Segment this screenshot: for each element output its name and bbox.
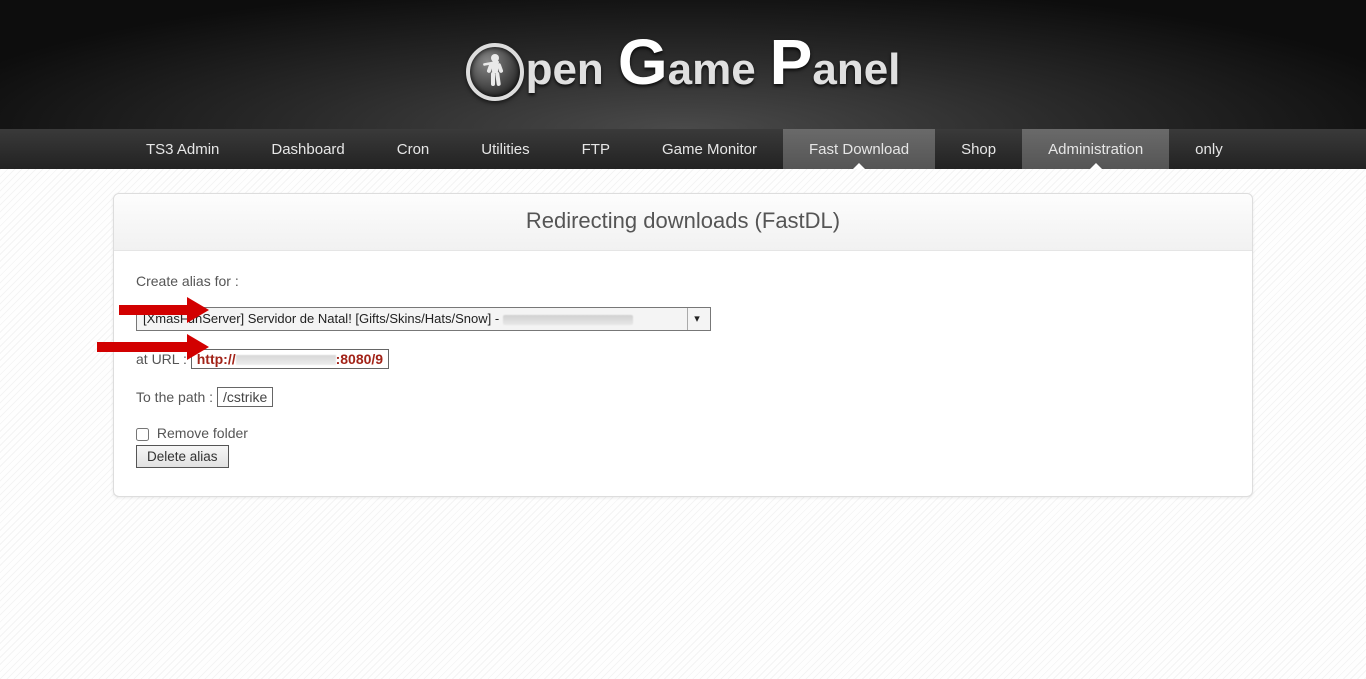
nav-cron[interactable]: Cron xyxy=(371,129,456,169)
redacted-text xyxy=(236,355,336,365)
logo-text-ame: ame xyxy=(668,45,756,95)
server-select[interactable]: [XmasFunServer] Servidor de Natal! [Gift… xyxy=(136,307,711,331)
panel-header: Redirecting downloads (FastDL) xyxy=(114,194,1252,251)
nav-dashboard[interactable]: Dashboard xyxy=(245,129,370,169)
logo-text-p: P xyxy=(770,37,813,88)
app-logo: pen G ame P anel xyxy=(466,35,901,95)
nav-shop[interactable]: Shop xyxy=(935,129,1022,169)
alias-url: http://:8080/9 xyxy=(191,349,389,369)
at-url-label: at URL : xyxy=(136,351,191,367)
callout-arrow-icon xyxy=(97,342,191,352)
redacted-text xyxy=(503,315,633,325)
remove-folder-label: Remove folder xyxy=(157,425,248,441)
panel-body: Create alias for : [XmasFunServer] Servi… xyxy=(114,251,1252,496)
logo-text-g: G xyxy=(618,37,668,88)
nav-fast-download[interactable]: Fast Download xyxy=(783,129,935,169)
remove-folder-checkbox[interactable] xyxy=(136,428,149,441)
logo-o-icon xyxy=(466,43,524,101)
callout-arrow-icon xyxy=(119,305,191,315)
app-header: pen G ame P anel xyxy=(0,0,1366,129)
create-alias-label: Create alias for : xyxy=(136,273,1230,289)
nav-administration[interactable]: Administration xyxy=(1022,129,1169,169)
alias-url-suffix: :8080/9 xyxy=(336,351,383,367)
nav-only[interactable]: only xyxy=(1169,129,1249,169)
nav-ftp[interactable]: FTP xyxy=(556,129,636,169)
main-nav: TS3 Admin Dashboard Cron Utilities FTP G… xyxy=(0,129,1366,169)
logo-text-anel: anel xyxy=(812,45,900,95)
nav-game-monitor[interactable]: Game Monitor xyxy=(636,129,783,169)
fastdl-panel: Redirecting downloads (FastDL) Create al… xyxy=(113,193,1253,497)
logo-text-open: pen xyxy=(526,45,604,95)
alias-path: /cstrike xyxy=(217,387,273,407)
nav-utilities[interactable]: Utilities xyxy=(455,129,555,169)
nav-ts3-admin[interactable]: TS3 Admin xyxy=(120,129,245,169)
delete-alias-button[interactable]: Delete alias xyxy=(136,445,229,468)
page-title: Redirecting downloads (FastDL) xyxy=(124,208,1242,234)
path-label: To the path : xyxy=(136,389,217,405)
page-body: Redirecting downloads (FastDL) Create al… xyxy=(0,169,1366,679)
